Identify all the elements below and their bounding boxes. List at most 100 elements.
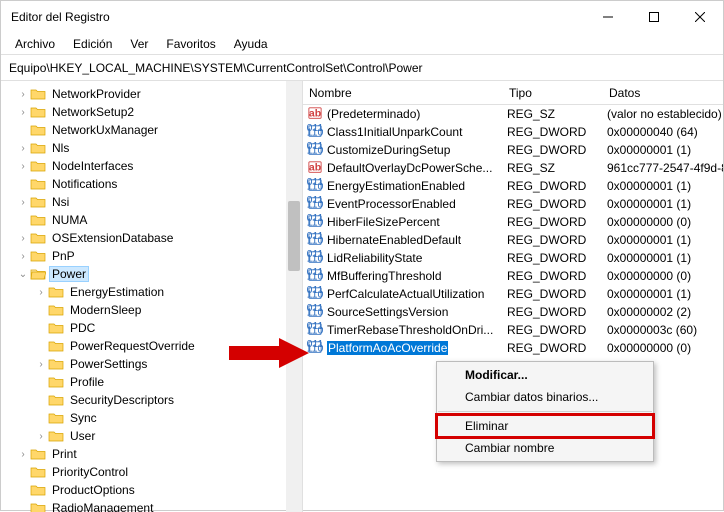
reg-binary-icon xyxy=(307,286,323,302)
tree-label: NetworkUxManager xyxy=(50,123,160,137)
tree-item[interactable]: PDC xyxy=(16,319,302,337)
value-name: TimerRebaseThresholdOnDri... xyxy=(327,323,507,337)
value-row[interactable]: Class1InitialUnparkCountREG_DWORD0x00000… xyxy=(303,123,723,141)
chevron-icon[interactable]: › xyxy=(16,107,30,118)
ctx-rename[interactable]: Cambiar nombre xyxy=(437,437,653,459)
value-row[interactable]: HiberFileSizePercentREG_DWORD0x00000000 … xyxy=(303,213,723,231)
value-row[interactable]: TimerRebaseThresholdOnDri...REG_DWORD0x0… xyxy=(303,321,723,339)
tree-item[interactable]: ›PowerSettings xyxy=(16,355,302,373)
tree-item[interactable]: ›NetworkProvider xyxy=(16,85,302,103)
address-bar[interactable]: Equipo\HKEY_LOCAL_MACHINE\SYSTEM\Current… xyxy=(1,55,723,81)
value-name: (Predeterminado) xyxy=(327,107,507,121)
chevron-icon[interactable]: › xyxy=(16,161,30,172)
value-row[interactable]: MfBufferingThresholdREG_DWORD0x00000000 … xyxy=(303,267,723,285)
maximize-button[interactable] xyxy=(631,1,677,33)
menu-item[interactable]: Ver xyxy=(122,35,156,53)
value-row[interactable]: PlatformAoAcOverrideREG_DWORD0x00000000 … xyxy=(303,339,723,357)
value-row[interactable]: EventProcessorEnabledREG_DWORD0x00000001… xyxy=(303,195,723,213)
folder-icon xyxy=(48,429,64,443)
tree-item[interactable]: ProductOptions xyxy=(16,481,302,499)
value-row[interactable]: PerfCalculateActualUtilizationREG_DWORD0… xyxy=(303,285,723,303)
value-row[interactable]: EnergyEstimationEnabledREG_DWORD0x000000… xyxy=(303,177,723,195)
chevron-icon[interactable]: › xyxy=(16,233,30,244)
tree-item[interactable]: SecurityDescriptors xyxy=(16,391,302,409)
minimize-button[interactable] xyxy=(585,1,631,33)
tree-item[interactable]: ›Nsi xyxy=(16,193,302,211)
tree-label: User xyxy=(68,429,97,443)
tree-label: RadioManagement xyxy=(50,501,155,512)
tree-item[interactable]: ›Print xyxy=(16,445,302,463)
folder-icon xyxy=(48,285,64,299)
tree-item[interactable]: › User xyxy=(16,427,302,445)
tree-scrollbar[interactable] xyxy=(286,81,302,512)
ctx-modify[interactable]: Modificar... xyxy=(437,364,653,386)
scrollbar-thumb[interactable] xyxy=(288,201,300,271)
chevron-icon[interactable]: › xyxy=(16,449,30,460)
chevron-icon[interactable]: › xyxy=(16,251,30,262)
reg-binary-icon xyxy=(307,322,323,338)
tree-item[interactable]: ModernSleep xyxy=(16,301,302,319)
value-name: Class1InitialUnparkCount xyxy=(327,125,507,139)
folder-icon xyxy=(30,231,46,245)
col-data[interactable]: Datos xyxy=(603,86,723,100)
folder-open-icon xyxy=(30,267,46,281)
folder-icon xyxy=(30,249,46,263)
tree-item[interactable]: ›NodeInterfaces xyxy=(16,157,302,175)
folder-icon xyxy=(30,447,46,461)
chevron-icon[interactable]: › xyxy=(16,143,30,154)
chevron-icon[interactable]: › xyxy=(16,197,30,208)
tree-item[interactable]: › OSExtensionDatabase xyxy=(16,229,302,247)
tree-label: OSExtensionDatabase xyxy=(50,231,175,245)
value-row[interactable]: LidReliabilityStateREG_DWORD0x00000001 (… xyxy=(303,249,723,267)
folder-icon xyxy=(48,321,64,335)
tree-item[interactable]: NUMA xyxy=(16,211,302,229)
value-row[interactable]: HibernateEnabledDefaultREG_DWORD0x000000… xyxy=(303,231,723,249)
tree-item[interactable]: PriorityControl xyxy=(16,463,302,481)
value-row[interactable]: CustomizeDuringSetupREG_DWORD0x00000001 … xyxy=(303,141,723,159)
tree-item[interactable]: PowerRequestOverride xyxy=(16,337,302,355)
menu-item[interactable]: Favoritos xyxy=(158,35,223,53)
tree-label: ProductOptions xyxy=(50,483,137,497)
reg-binary-icon xyxy=(307,268,323,284)
tree-item[interactable]: › NetworkSetup2 xyxy=(16,103,302,121)
ctx-delete[interactable]: Eliminar xyxy=(437,415,653,437)
column-headers[interactable]: Nombre Tipo Datos xyxy=(303,81,723,105)
menu-item[interactable]: Ayuda xyxy=(226,35,276,53)
value-row[interactable]: (Predeterminado)REG_SZ(valor no establec… xyxy=(303,105,723,123)
chevron-icon[interactable]: › xyxy=(34,287,48,298)
tree-item[interactable]: NetworkUxManager xyxy=(16,121,302,139)
chevron-icon[interactable]: › xyxy=(34,431,48,442)
tree-item[interactable]: RadioManagement xyxy=(16,499,302,512)
value-name: CustomizeDuringSetup xyxy=(327,143,507,157)
tree-label: Profile xyxy=(68,375,106,389)
value-row[interactable]: SourceSettingsVersionREG_DWORD0x00000002… xyxy=(303,303,723,321)
folder-icon xyxy=(30,195,46,209)
tree-item[interactable]: Notifications xyxy=(16,175,302,193)
value-data: 0x00000001 (1) xyxy=(607,251,723,265)
tree-item[interactable]: ›PnP xyxy=(16,247,302,265)
tree-label: NetworkSetup2 xyxy=(50,105,136,119)
tree-label: Sync xyxy=(68,411,99,425)
value-type: REG_DWORD xyxy=(507,179,607,193)
tree-item[interactable]: Profile xyxy=(16,373,302,391)
close-button[interactable] xyxy=(677,1,723,33)
value-data: 0x0000003c (60) xyxy=(607,323,723,337)
tree-item[interactable]: ›Nls xyxy=(16,139,302,157)
col-name[interactable]: Nombre xyxy=(303,86,503,100)
folder-icon xyxy=(30,87,46,101)
ctx-modify-binary[interactable]: Cambiar datos binarios... xyxy=(437,386,653,408)
tree-panel[interactable]: ›NetworkProvider›NetworkSetup2NetworkUxM… xyxy=(1,81,303,512)
tree-item[interactable]: ⌄Power xyxy=(16,265,302,283)
chevron-icon[interactable]: › xyxy=(34,359,48,370)
folder-icon xyxy=(48,375,64,389)
menu-item[interactable]: Archivo xyxy=(7,35,63,53)
tree-item[interactable]: Sync xyxy=(16,409,302,427)
menu-item[interactable]: Edición xyxy=(65,35,120,53)
chevron-icon[interactable]: ⌄ xyxy=(16,269,30,280)
value-type: REG_DWORD xyxy=(507,269,607,283)
col-type[interactable]: Tipo xyxy=(503,86,603,100)
chevron-icon[interactable]: › xyxy=(16,89,30,100)
tree-item[interactable]: ›EnergyEstimation xyxy=(16,283,302,301)
value-data: 0x00000000 (0) xyxy=(607,341,723,355)
value-row[interactable]: DefaultOverlayDcPowerSche...REG_SZ961cc7… xyxy=(303,159,723,177)
